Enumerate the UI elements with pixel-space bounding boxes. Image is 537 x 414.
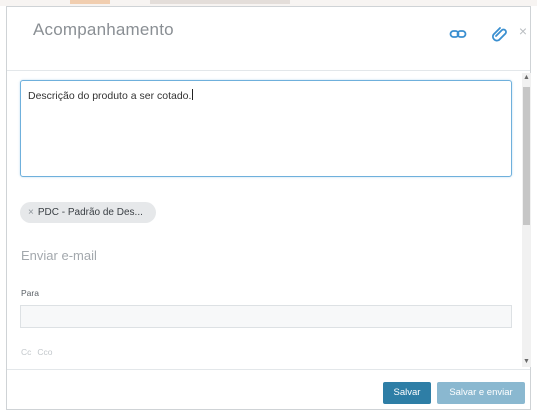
save-and-send-button[interactable]: Salvar e enviar	[437, 382, 525, 404]
modal-header: Acompanhamento ×	[7, 7, 530, 71]
cc-link[interactable]: Cc	[21, 347, 31, 357]
cc-links: Cc Cco	[21, 347, 59, 357]
link-icon[interactable]	[449, 25, 467, 43]
to-input[interactable]	[20, 305, 512, 328]
description-textarea[interactable]: Descrição do produto a ser cotado.	[20, 80, 512, 177]
scroll-up-arrow-icon[interactable]: ▲	[522, 73, 531, 83]
remove-chip-icon[interactable]: ×	[28, 207, 34, 218]
close-icon[interactable]: ×	[517, 22, 529, 40]
scroll-thumb[interactable]	[523, 87, 530, 225]
cco-link[interactable]: Cco	[37, 347, 52, 357]
backdrop-blur	[150, 0, 290, 4]
modal-body: Descrição do produto a ser cotado. × PDC …	[7, 71, 530, 367]
followup-modal: Acompanhamento × Descrição do produto a …	[6, 6, 531, 410]
text-caret	[192, 89, 194, 100]
description-text: Descrição do produto a ser cotado.	[28, 90, 192, 102]
backdrop-blur	[70, 0, 110, 4]
chip-label: PDC - Padrão de Des...	[37, 207, 143, 218]
attachment-chip[interactable]: × PDC - Padrão de Des...	[20, 202, 156, 223]
scroll-down-arrow-icon[interactable]: ▼	[522, 357, 531, 367]
save-button[interactable]: Salvar	[383, 382, 431, 404]
modal-title: Acompanhamento	[33, 20, 174, 39]
to-label: Para	[21, 288, 39, 298]
send-email-heading: Enviar e-mail	[21, 248, 97, 263]
modal-footer: Salvar Salvar e enviar	[7, 369, 530, 412]
paperclip-icon[interactable]	[491, 25, 509, 43]
body-scrollbar[interactable]: ▲ ▼	[522, 73, 531, 367]
